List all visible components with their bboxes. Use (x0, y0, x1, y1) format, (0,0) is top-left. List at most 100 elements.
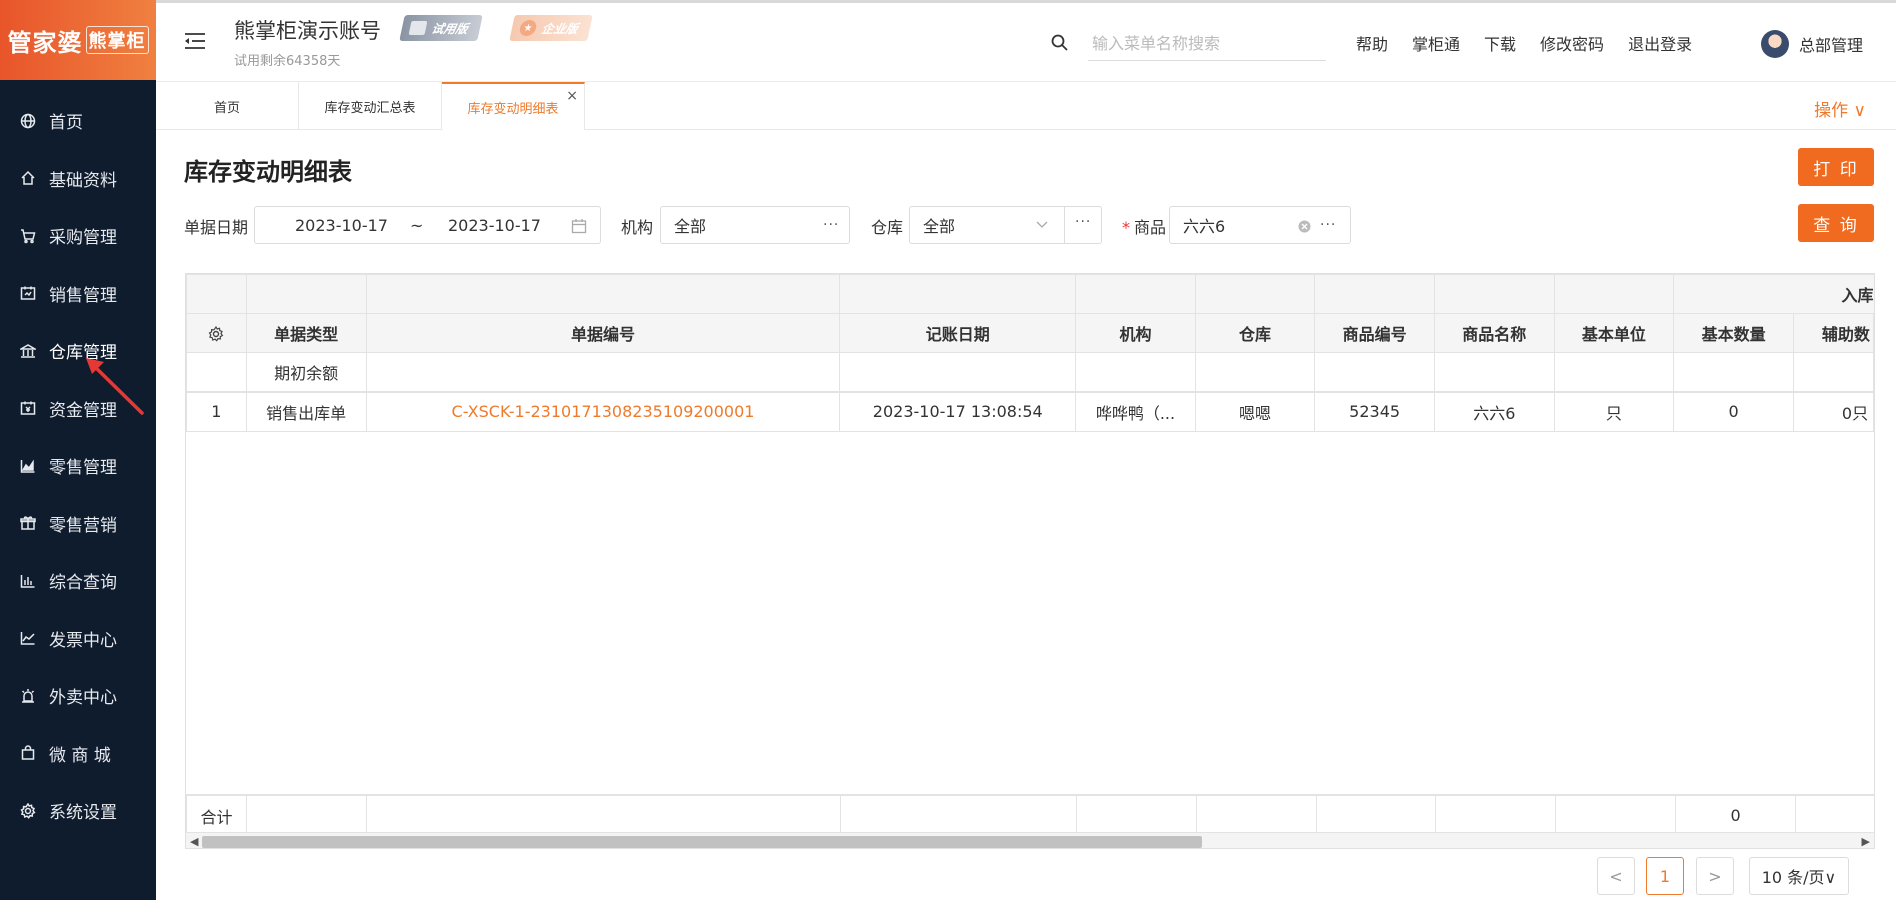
chevron-down-icon (1036, 221, 1048, 228)
tab-inventory-detail[interactable]: 库存变动明细表 × (442, 82, 585, 130)
page-number-current[interactable]: 1 (1646, 857, 1684, 895)
blank-cell (245, 274, 367, 314)
cart-icon (18, 226, 38, 246)
page-size-select[interactable]: 10 条/页∨ (1749, 857, 1849, 895)
opening-balance-label: 期初余额 (245, 352, 367, 392)
warehouse-filter-label: 仓库 (871, 218, 904, 237)
tab-home[interactable]: 首页 (156, 82, 299, 130)
column-settings[interactable] (186, 313, 247, 353)
logout-link[interactable]: 退出登录 (1628, 31, 1692, 55)
document-code-link[interactable]: C-XSCK-1-2310171308235109200001 (365, 390, 841, 432)
account-name: 熊掌柜演示账号 (234, 19, 381, 43)
star-icon: ★ (518, 20, 538, 36)
detail-table: 入库 单据类型 单据编号 记账日期 机构 仓库 商品编号 商品名称 基本单位 基… (185, 273, 1875, 849)
column-header[interactable]: 单据类型 (245, 313, 367, 353)
sales-icon (18, 283, 38, 303)
scrollbar-thumb[interactable] (202, 836, 1202, 848)
query-button[interactable]: 查 询 (1798, 204, 1874, 242)
tab-label: 库存变动明细表 (467, 101, 559, 117)
sidebar-item-marketing[interactable]: 零售营销 (0, 495, 156, 553)
tab-label: 首页 (213, 100, 240, 116)
menu-search-input[interactable] (1088, 27, 1326, 61)
gear-icon[interactable] (208, 325, 224, 342)
sidebar-item-basic-data[interactable]: 基础资料 (0, 150, 156, 208)
column-header[interactable]: 商品名称 (1433, 313, 1555, 353)
column-header[interactable]: 基本数量 (1673, 313, 1794, 353)
print-button[interactable]: 打 印 (1798, 148, 1874, 186)
blank-cell (1315, 795, 1437, 836)
retail-chart-icon (18, 456, 38, 476)
date-range-picker[interactable]: 2023-10-17 ~ 2023-10-17 (254, 206, 601, 244)
page-tabs: 首页 库存变动汇总表 库存变动明细表 × 操作 ∨ (156, 82, 1896, 130)
goods-select[interactable]: 六六6 ··· (1169, 206, 1351, 244)
cell-goods-name: 六六6 (1433, 390, 1555, 432)
goods-value: 六六6 (1183, 217, 1226, 236)
zhanggui-tong-link[interactable]: 掌柜通 (1412, 31, 1460, 55)
calendar-icon (571, 219, 587, 234)
blank-cell (1792, 352, 1874, 392)
column-header[interactable]: 单据编号 (365, 313, 841, 353)
table-row[interactable]: 1 销售出库单 C-XSCK-1-2310171308235109200001 … (186, 390, 1874, 432)
column-header[interactable]: 辅助数 (1792, 313, 1874, 353)
clear-icon[interactable] (1298, 220, 1311, 233)
sidebar-item-query[interactable]: 综合查询 (0, 552, 156, 610)
org-select[interactable]: 全部 ··· (660, 206, 850, 244)
horizontal-scrollbar[interactable]: ◀ ▶ (186, 832, 1874, 848)
org-value: 全部 (674, 217, 707, 236)
column-header[interactable]: 商品编号 (1314, 313, 1435, 353)
blank-cell (1553, 274, 1675, 314)
date-from[interactable]: 2023-10-17 (295, 216, 388, 235)
blank-cell (1433, 274, 1555, 314)
blank-cell (1194, 352, 1316, 392)
change-password-link[interactable]: 修改密码 (1540, 31, 1604, 55)
sidebar-item-invoice[interactable]: 发票中心 (0, 610, 156, 668)
download-link[interactable]: 下载 (1484, 31, 1516, 55)
column-header[interactable]: 机构 (1075, 313, 1196, 353)
annotation-arrow (86, 358, 144, 415)
cell-goods-code: 52345 (1314, 390, 1435, 432)
cell-unit: 只 (1553, 390, 1675, 432)
date-to[interactable]: 2023-10-17 (448, 216, 541, 235)
tab-label: 库存变动汇总表 (324, 100, 416, 116)
warehouse-more-button[interactable]: ··· (1064, 206, 1102, 244)
column-header[interactable]: 仓库 (1194, 313, 1316, 353)
more-icon[interactable]: ··· (1320, 217, 1336, 233)
sidebar-item-delivery[interactable]: 外卖中心 (0, 667, 156, 725)
help-link[interactable]: 帮助 (1356, 31, 1388, 55)
close-icon[interactable]: × (566, 88, 578, 104)
sidebar-item-retail[interactable]: 零售管理 (0, 437, 156, 495)
blank-cell (1673, 352, 1794, 392)
sidebar-item-label: 采购管理 (49, 228, 117, 249)
blank-cell (365, 795, 842, 836)
logo-main: 管家婆 (7, 28, 83, 57)
menu-fold-icon[interactable] (184, 31, 206, 51)
next-page-button[interactable]: > (1696, 857, 1734, 895)
blank-cell (839, 274, 1077, 314)
prev-page-button[interactable]: < (1597, 857, 1635, 895)
blank-cell (365, 352, 841, 392)
user-name: 总部管理 (1799, 36, 1864, 55)
column-header[interactable]: 基本单位 (1553, 313, 1675, 353)
cell-warehouse: 嗯嗯 (1194, 390, 1316, 432)
top-header: 熊掌柜演示账号 试用剩余64358天 试用版 ★ 企业版 帮助 掌柜通 下载 修… (156, 0, 1896, 82)
sidebar-item-home[interactable]: 首页 (0, 92, 156, 150)
org-filter-label: 机构 (621, 218, 654, 237)
goods-label-text: 商品 (1134, 218, 1167, 237)
tab-inventory-summary[interactable]: 库存变动汇总表 (299, 82, 442, 130)
inbound-group-header: 入库 (1673, 274, 1874, 314)
sidebar-item-purchase[interactable]: 采购管理 (0, 207, 156, 265)
scroll-right-icon[interactable]: ▶ (1862, 833, 1870, 848)
search-icon (1051, 34, 1068, 51)
sidebar-item-settings[interactable]: 系统设置 (0, 782, 156, 840)
operations-dropdown[interactable]: 操作 ∨ (1814, 96, 1866, 121)
blank-cell (1555, 795, 1677, 836)
sidebar-item-label: 发票中心 (49, 630, 117, 651)
blank-cell (245, 795, 367, 836)
scroll-left-icon[interactable]: ◀ (190, 833, 198, 848)
more-icon[interactable]: ··· (823, 217, 839, 233)
opening-balance-row: 期初余额 (186, 352, 1874, 392)
sidebar-item-mall[interactable]: 微 商 城 (0, 725, 156, 783)
column-header[interactable]: 记账日期 (839, 313, 1077, 353)
user-menu[interactable]: 总部管理 (1761, 30, 1863, 58)
sidebar-item-sales[interactable]: 销售管理 (0, 265, 156, 323)
